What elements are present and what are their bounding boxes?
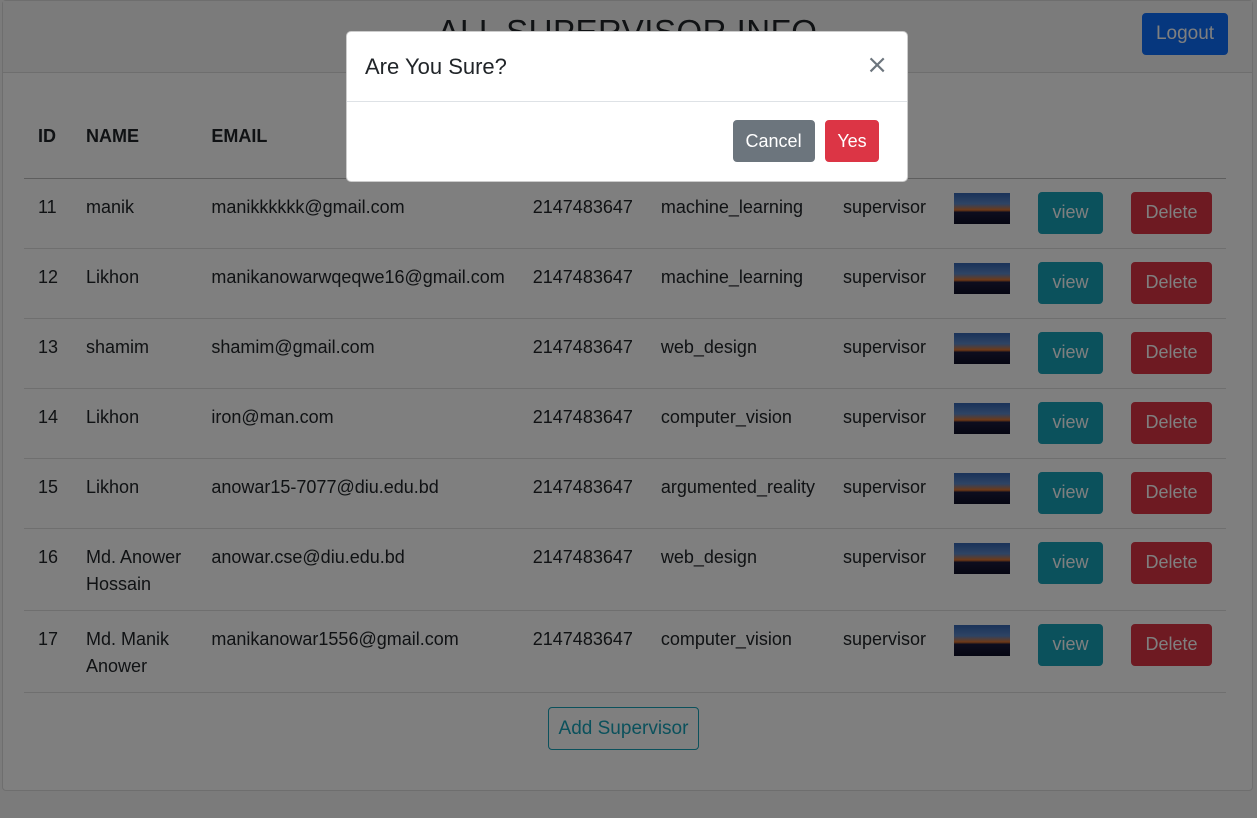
close-icon[interactable]: ×	[866, 52, 888, 78]
modal-footer: Cancel Yes	[732, 120, 879, 162]
confirm-modal: Are You Sure? × Cancel Yes	[346, 31, 908, 182]
yes-button[interactable]: Yes	[825, 120, 879, 162]
modal-header: Are You Sure? ×	[347, 32, 907, 102]
cancel-button[interactable]: Cancel	[732, 120, 815, 162]
modal-title: Are You Sure?	[365, 54, 507, 79]
